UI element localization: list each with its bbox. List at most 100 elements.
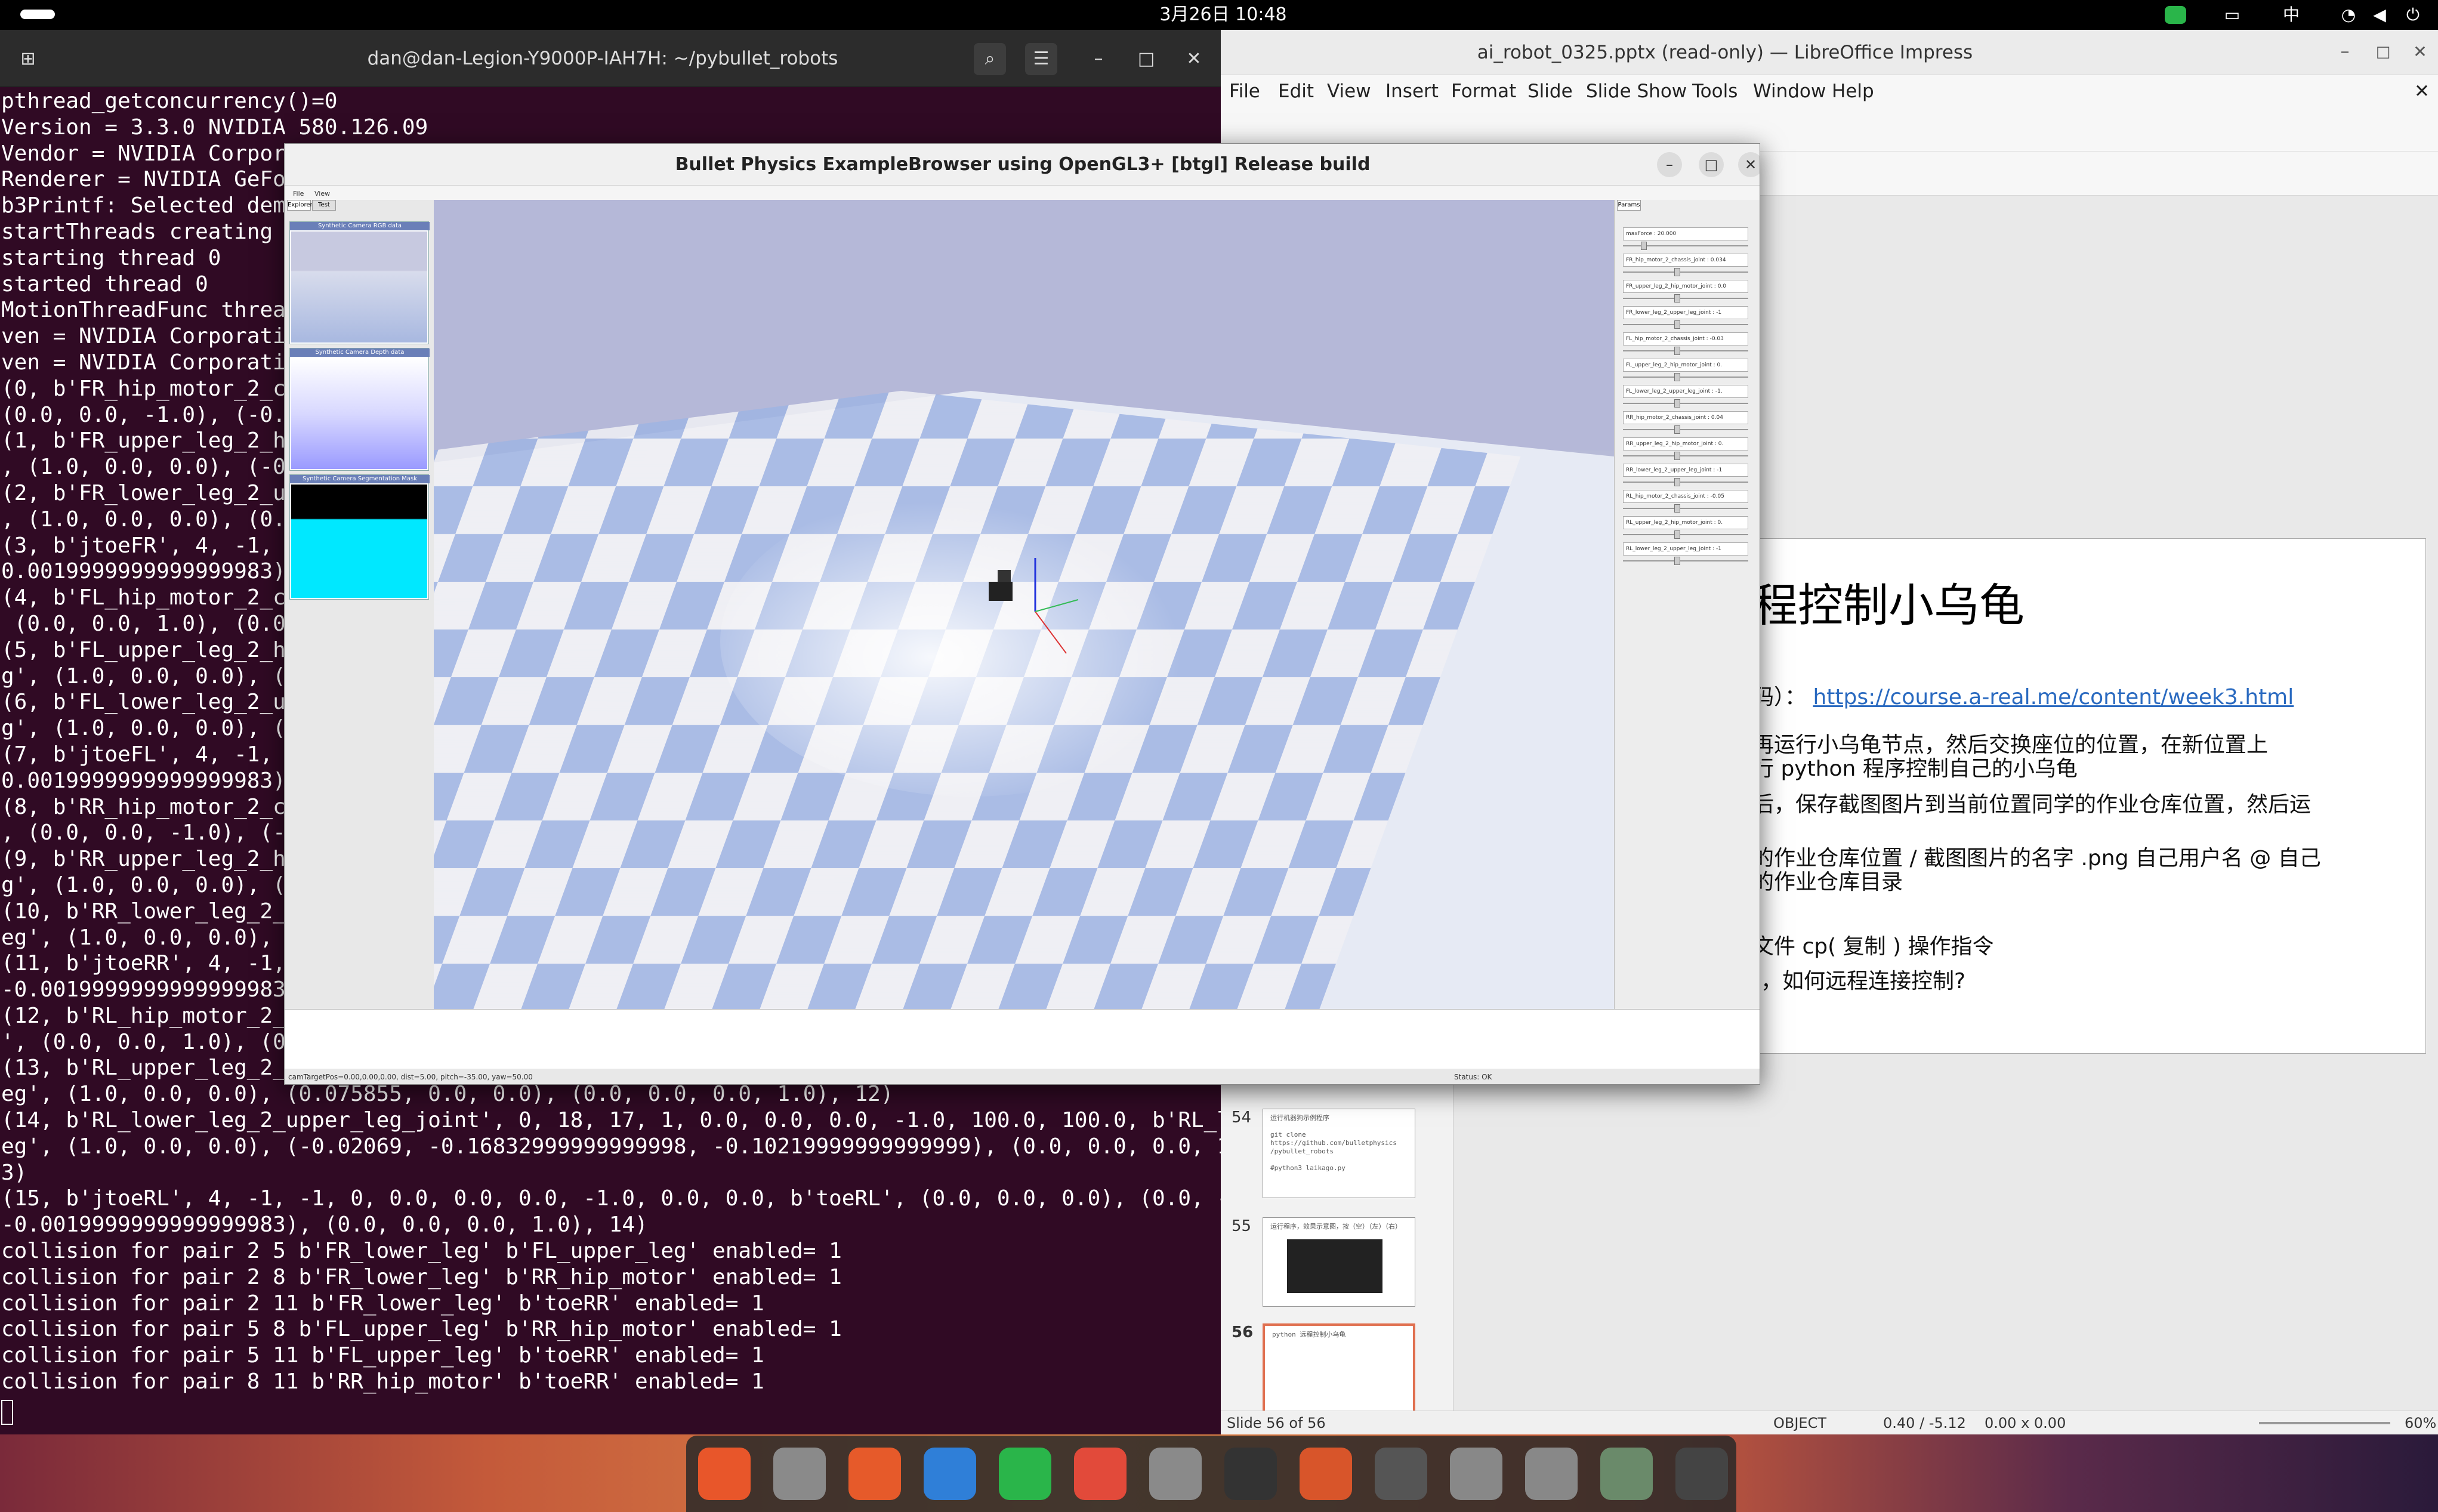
menu-format[interactable]: Format (1451, 75, 1516, 107)
dock-terminal-icon[interactable] (1224, 1448, 1277, 1500)
dock-software-updater-icon[interactable] (1375, 1448, 1427, 1500)
param-slider-knob[interactable] (1674, 530, 1680, 539)
param-slider[interactable] (1623, 324, 1748, 325)
input-method-indicator[interactable]: 中 (2279, 5, 2303, 25)
volume-icon[interactable]: ◀ (2368, 5, 2391, 25)
minimize-icon[interactable]: – (2333, 38, 2357, 66)
close-icon[interactable]: ✕ (2408, 38, 2432, 66)
param-slider[interactable] (1623, 534, 1748, 535)
activities-indicator[interactable] (20, 10, 55, 19)
dock-trash-icon[interactable] (1600, 1448, 1653, 1500)
menu-icon[interactable]: ☰ (1025, 43, 1057, 75)
tray-icon[interactable]: ▭ (2223, 5, 2241, 25)
menu-slide[interactable]: Slide (1527, 75, 1573, 107)
maximize-icon[interactable]: □ (1699, 152, 1724, 177)
depth-camera-window[interactable]: Synthetic Camera Depth data (289, 348, 430, 471)
param-slider-knob[interactable] (1674, 373, 1680, 381)
power-icon[interactable]: ⏻ (2401, 5, 2425, 25)
new-tab-icon[interactable]: ⊞ (12, 43, 44, 75)
dock-wechat-icon[interactable] (999, 1448, 1051, 1500)
param-slider-knob[interactable] (1674, 399, 1680, 408)
param-slider[interactable] (1623, 455, 1748, 456)
slide-link-line: 码）： https://course.a-real.me/content/wee… (1752, 686, 2294, 709)
bullet-menu-file[interactable]: File (293, 189, 304, 199)
param-slider-knob[interactable] (1641, 242, 1647, 250)
param-slider[interactable] (1623, 429, 1748, 430)
param-slider[interactable] (1623, 560, 1748, 561)
tab-explorer[interactable]: Explorer (287, 200, 313, 211)
param-slider-knob[interactable] (1674, 425, 1680, 434)
dock-files-icon[interactable] (773, 1448, 826, 1500)
close-icon[interactable]: ✕ (1738, 152, 1760, 177)
menu-help[interactable]: Help (1832, 75, 1874, 107)
menu-view[interactable]: View (1327, 75, 1371, 107)
menu-window[interactable]: Window (1753, 75, 1826, 107)
terminal-line: (15, b'jtoeRL', 4, -1, -1, 0, 0.0, 0.0, … (1, 1186, 1221, 1211)
bullet-physics-window[interactable]: Bullet Physics ExampleBrowser using Open… (284, 143, 1760, 1085)
maximize-icon[interactable]: □ (2371, 38, 2395, 66)
param-slider-knob[interactable] (1674, 320, 1680, 329)
menu-slide-show[interactable]: Slide Show (1586, 75, 1687, 107)
dock-ssd-icon[interactable] (1450, 1448, 1502, 1500)
dock-chrome-icon[interactable] (1074, 1448, 1127, 1500)
wechat-tray-icon[interactable] (2165, 6, 2186, 24)
menu-tools[interactable]: Tools (1692, 75, 1738, 107)
dock-impress-icon[interactable] (1300, 1448, 1352, 1500)
param-slider-knob[interactable] (1674, 557, 1680, 565)
param-slider[interactable] (1623, 482, 1748, 483)
dock-settings-icon[interactable] (1149, 1448, 1202, 1500)
menu-file[interactable]: File (1229, 75, 1260, 107)
dock-app-center-icon[interactable] (848, 1448, 901, 1500)
segmentation-camera-window[interactable]: Synthetic Camera Segmentation Mask (289, 474, 430, 600)
param-slider-knob[interactable] (1674, 478, 1680, 486)
param-slider-knob[interactable] (1674, 452, 1680, 460)
slide-thumbnail-54[interactable]: 运行机器狗示例程序 git clone https://github.com/b… (1263, 1109, 1415, 1198)
param-slider[interactable] (1623, 377, 1748, 378)
param-slider-label: FL_lower_leg_2_upper_leg_joint : -1. (1623, 385, 1748, 398)
tab-params[interactable]: Params (1617, 200, 1641, 211)
zoom-slider[interactable] (2259, 1422, 2390, 1424)
param-slider-knob[interactable] (1674, 504, 1680, 513)
rgb-camera-window[interactable]: Synthetic Camera RGB data (289, 221, 430, 344)
subwindow-title: Synthetic Camera Depth data (290, 348, 430, 357)
slide-thumbnail-55[interactable]: 运行程序，效果示意图，按（空）（左）（右） (1263, 1217, 1415, 1307)
terminal-line: pthread_getconcurrency()=0 (1, 89, 338, 113)
close-document-icon[interactable]: ✕ (2414, 75, 2430, 107)
slide-thumbnail-56[interactable]: python 远程控制小乌龟 (1263, 1323, 1415, 1413)
slide-text-line: ]，如何远程连接控制? (1752, 969, 1966, 993)
wifi-icon[interactable]: ◔ (2337, 5, 2360, 25)
slide-text-line: 的作业仓库位置 / 截图图片的名字 .png 自己用户名 @ 自己 (1752, 846, 2321, 871)
tab-test[interactable]: Test (312, 200, 336, 211)
clock[interactable]: 3月26日 10:48 (1134, 2, 1313, 27)
bullet-menu-view[interactable]: View (314, 189, 330, 199)
terminal-line: eg', (1.0, 0.0, 0.0), (0.075855, 0.0, 0.… (1, 1082, 894, 1107)
dock-ubuntu-icon[interactable] (1675, 1448, 1728, 1500)
param-slider[interactable] (1623, 298, 1748, 299)
param-slider[interactable] (1623, 403, 1748, 404)
minimize-icon[interactable]: – (1082, 43, 1115, 75)
slide-link-prefix: 码）： (1752, 685, 1807, 709)
camera-status: camTargetPos=0.00,0.00,0.00, dist=5.00, … (288, 1073, 533, 1081)
menu-insert[interactable]: Insert (1385, 75, 1439, 107)
param-slider[interactable] (1623, 271, 1748, 273)
close-icon[interactable]: ✕ (1178, 43, 1210, 75)
terminal-line: collision for pair 5 11 b'FL_upper_leg' … (1, 1343, 764, 1368)
3d-viewport[interactable] (434, 200, 1614, 1009)
param-slider[interactable] (1623, 350, 1748, 351)
terminal-line: (14, b'RL_lower_leg_2_upper_leg_joint', … (1, 1108, 1221, 1133)
param-slider-knob[interactable] (1674, 294, 1680, 303)
menu-edit[interactable]: Edit (1278, 75, 1314, 107)
search-icon[interactable]: ⌕ (974, 43, 1006, 75)
zoom-level[interactable]: 60% (2405, 1411, 2436, 1434)
param-slider[interactable] (1623, 508, 1748, 509)
dock-ssd-icon[interactable] (1525, 1448, 1578, 1500)
terminal-line: 3) (1, 1160, 27, 1185)
dock-firefox-icon[interactable] (698, 1448, 751, 1500)
maximize-icon[interactable]: □ (1130, 43, 1162, 75)
minimize-icon[interactable]: – (1657, 152, 1682, 177)
current-slide[interactable]: 程控制小乌龟 码）： https://course.a-real.me/cont… (1752, 538, 2426, 1054)
slide-link[interactable]: https://course.a-real.me/content/week3.h… (1813, 685, 2294, 709)
dock-help-icon[interactable] (924, 1448, 976, 1500)
param-slider-knob[interactable] (1674, 268, 1680, 276)
param-slider-knob[interactable] (1674, 347, 1680, 355)
